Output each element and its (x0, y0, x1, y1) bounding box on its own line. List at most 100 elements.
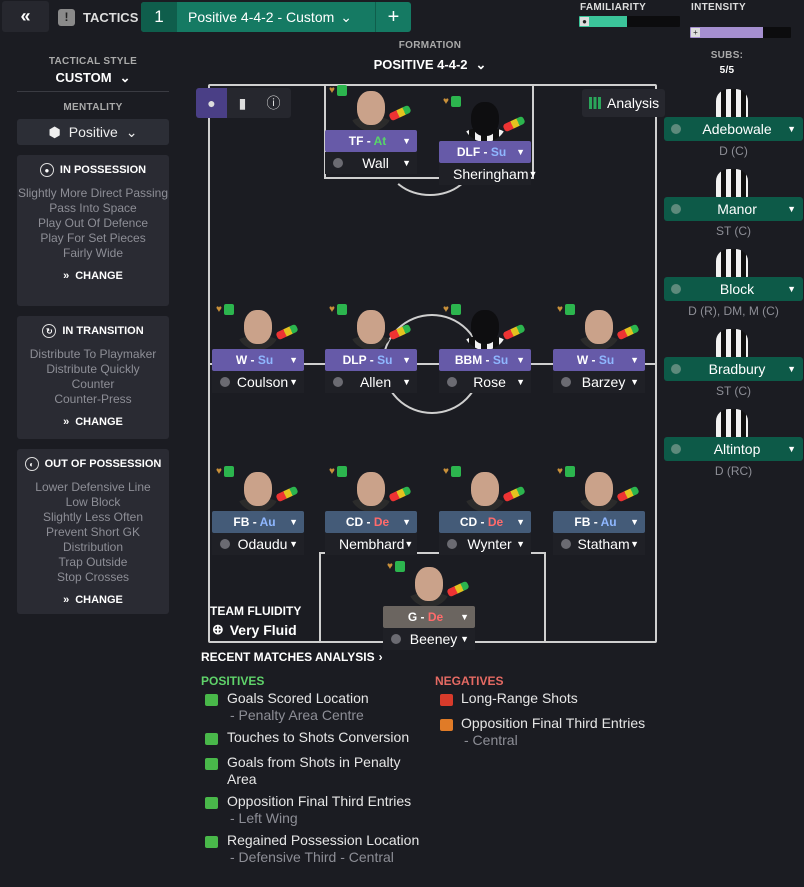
tactical-style-value: CUSTOM (55, 70, 112, 85)
sub-position: ST (C) (715, 224, 752, 238)
player-card[interactable]: ♥ DLP - Su ▼ Allen ▼ (325, 304, 417, 404)
player-name: Barzey (581, 374, 626, 390)
player-name-dropdown[interactable]: Statham ▼ (553, 533, 645, 555)
player-name-dropdown[interactable]: Coulson ▼ (212, 371, 304, 393)
caret-down-icon: ▼ (289, 517, 298, 527)
player-role-dropdown[interactable]: BBM - Su ▼ (439, 349, 531, 371)
player-card[interactable]: ♥ G - De ▼ Beeney ▼ (383, 561, 475, 661)
player-name-dropdown[interactable]: Barzey ▼ (553, 371, 645, 393)
player-card[interactable]: ♥ DLF - Su ▼ Sheringham ▼ (439, 96, 537, 196)
player-name: Sheringham (453, 166, 529, 182)
intensity-label: INTENSITY (691, 2, 746, 13)
player-role-dropdown[interactable]: CD - De ▼ (325, 511, 417, 533)
formation-dropdown[interactable]: POSITIVE 4-4-2 ⌄ (352, 57, 508, 73)
player-name-dropdown[interactable]: Beeney ▼ (383, 628, 475, 650)
player-status-icons: ♥ (443, 96, 461, 107)
player-role-dropdown[interactable]: W - Su ▼ (553, 349, 645, 371)
player-card[interactable]: ♥ TF - At ▼ Wall ▼ (325, 85, 417, 185)
caret-down-icon: ▼ (787, 444, 796, 454)
add-tactic-button[interactable]: + (375, 2, 411, 32)
role-label: CD - De (345, 515, 390, 529)
instruction-item: Counter (71, 377, 115, 391)
stats-view-button[interactable]: ▮ (227, 88, 258, 118)
player-avatar (577, 306, 621, 350)
formation-value: POSITIVE 4-4-2 (373, 57, 468, 72)
player-name-dropdown[interactable]: Nembhard ▼ (325, 533, 417, 555)
player-card[interactable]: ♥ W - Su ▼ Barzey ▼ (553, 304, 645, 404)
player-role-dropdown[interactable]: DLP - Su ▼ (325, 349, 417, 371)
player-card[interactable]: ♥ CD - De ▼ Nembhard ▼ (325, 466, 417, 566)
tactic-name-dropdown[interactable]: Positive 4-4-2 - Custom ⌄ (177, 2, 375, 32)
double-chevron-right-icon: » (63, 416, 70, 428)
analysis-button[interactable]: Analysis (582, 89, 665, 117)
role-code: W (576, 353, 589, 367)
sub-name: Adebowale (702, 121, 772, 137)
chevron-down-icon: ⌄ (119, 70, 131, 85)
heart-icon: ♥ (557, 304, 563, 315)
recent-matches-analysis-link[interactable]: RECENT MATCHES ANALYSIS › (201, 650, 383, 664)
player-name: Nembhard (339, 536, 405, 552)
instruction-item: Low Block (65, 495, 121, 509)
person-icon (671, 284, 681, 294)
in-possession-change-button[interactable]: » CHANGE (17, 270, 169, 282)
player-name-dropdown[interactable]: Odaudu ▼ (212, 533, 304, 555)
sub-player-dropdown[interactable]: Manor ▼ (664, 197, 803, 221)
player-name-dropdown[interactable]: Wall ▼ (325, 152, 417, 174)
instruction-item: Pass Into Space (49, 201, 137, 215)
heart-icon: ♥ (387, 561, 393, 572)
tactic-number[interactable]: 1 (141, 2, 177, 32)
role-duty: De (373, 515, 390, 529)
out-of-possession-change-button[interactable]: » CHANGE (17, 594, 169, 606)
player-avatar (349, 87, 393, 131)
info-view-button[interactable]: ⓘ (258, 88, 289, 118)
caret-down-icon: ▼ (516, 355, 525, 365)
player-role-dropdown[interactable]: FB - Au ▼ (553, 511, 645, 533)
sub-player-dropdown[interactable]: Block ▼ (664, 277, 803, 301)
player-name-dropdown[interactable]: Allen ▼ (325, 371, 417, 393)
player-card[interactable]: ♥ BBM - Su ▼ Rose ▼ (439, 304, 531, 404)
player-name-dropdown[interactable]: Wynter ▼ (439, 533, 531, 555)
sub-player-dropdown[interactable]: Adebowale ▼ (664, 117, 803, 141)
back-button[interactable]: « (2, 1, 49, 32)
player-status-icons: ♥ (216, 466, 234, 477)
player-role-dropdown[interactable]: G - De ▼ (383, 606, 475, 628)
out-of-possession-title: OUT OF POSSESSION (44, 458, 162, 470)
sub-player-dropdown[interactable]: Altintop ▼ (664, 437, 803, 461)
player-role-dropdown[interactable]: DLF - Su ▼ (439, 141, 531, 163)
player-card[interactable]: ♥ FB - Au ▼ Odaudu ▼ (212, 466, 304, 566)
player-name-dropdown[interactable]: Sheringham ▼ (439, 163, 537, 185)
player-role-dropdown[interactable]: W - Su ▼ (212, 349, 304, 371)
in-transition-title: IN TRANSITION (62, 325, 144, 337)
player-card[interactable]: ♥ CD - De ▼ Wynter ▼ (439, 466, 531, 566)
in-transition-change-button[interactable]: » CHANGE (17, 416, 169, 428)
instruction-item: Play Out Of Defence (37, 216, 149, 230)
player-card[interactable]: ♥ W - Su ▼ Coulson ▼ (212, 304, 304, 404)
player-role-dropdown[interactable]: CD - De ▼ (439, 511, 531, 533)
heart-icon: ♥ (443, 96, 449, 107)
instruction-item: Trap Outside (58, 555, 128, 569)
sub-player: Manor ▼ ST (C) (664, 169, 803, 239)
player-role-dropdown[interactable]: TF - At ▼ (325, 130, 417, 152)
player-status-icons: ♥ (216, 304, 234, 315)
instruction-item: Slightly More Direct Passing (17, 186, 169, 200)
pitch-line (319, 552, 321, 643)
player-view-button[interactable]: ● (196, 88, 227, 118)
team-fluidity[interactable]: ⊕ Very Fluid (212, 621, 297, 638)
player-role-dropdown[interactable]: FB - Au ▼ (212, 511, 304, 533)
role-label: G - De (407, 610, 444, 624)
person-icon (671, 444, 681, 454)
ball-icon: ● (39, 163, 54, 177)
player-name-dropdown[interactable]: Rose ▼ (439, 371, 531, 393)
role-duty: Au (600, 515, 617, 529)
player-card[interactable]: ♥ FB - Au ▼ Statham ▼ (553, 466, 645, 566)
in-possession-card: ● IN POSSESSION Slightly More Direct Pass… (17, 155, 169, 306)
caret-down-icon: ▼ (516, 539, 525, 549)
intensity-meter[interactable]: + (690, 27, 791, 38)
tactical-style-dropdown[interactable]: CUSTOM ⌄ (17, 70, 169, 86)
player-status-icons: ♥ (443, 304, 461, 315)
caret-down-icon: ▼ (630, 355, 639, 365)
caret-down-icon: ▼ (289, 355, 298, 365)
mentality-dropdown[interactable]: ⬢ Positive ⌄ (17, 119, 169, 145)
familiarity-meter[interactable]: ● (579, 16, 680, 27)
sub-player-dropdown[interactable]: Bradbury ▼ (664, 357, 803, 381)
